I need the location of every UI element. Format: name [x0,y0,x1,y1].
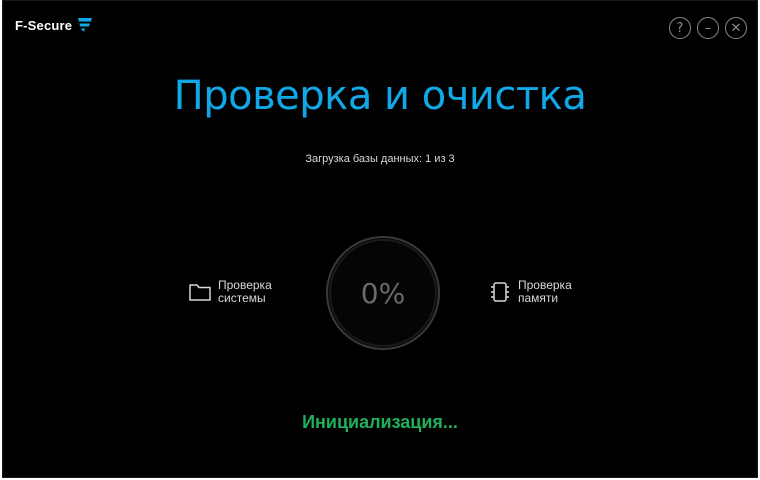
brand-logo: F-Secure [15,15,95,35]
memory-scan-item: Проверка памяти [488,279,588,305]
database-load-status: Загрузка базы данных: 1 из 3 [305,153,455,165]
system-scan-label-line2: системы [218,291,266,305]
memory-scan-label-line2: памяти [518,291,559,305]
progress-percentage: 0% [360,276,406,310]
help-icon[interactable]: ? [669,17,691,39]
memory-scan-label: Проверка памяти [518,279,588,305]
page-title: Проверка и очистка [173,73,587,119]
app-window: F-Secure ? – ✕ Проверка и очистка Загруз… [2,0,758,478]
system-scan-label: Проверка системы [218,279,288,305]
f-secure-logo-icon [78,18,93,32]
brand-name: F-Secure [15,17,73,33]
folder-icon [189,284,211,301]
system-scan-item: Проверка системы [188,279,288,305]
close-icon[interactable]: ✕ [725,17,747,39]
window-controls: ? – ✕ [669,17,747,39]
memory-icon [491,282,509,302]
minimize-icon[interactable]: – [697,17,719,39]
status-text: Инициализация... [302,412,458,432]
